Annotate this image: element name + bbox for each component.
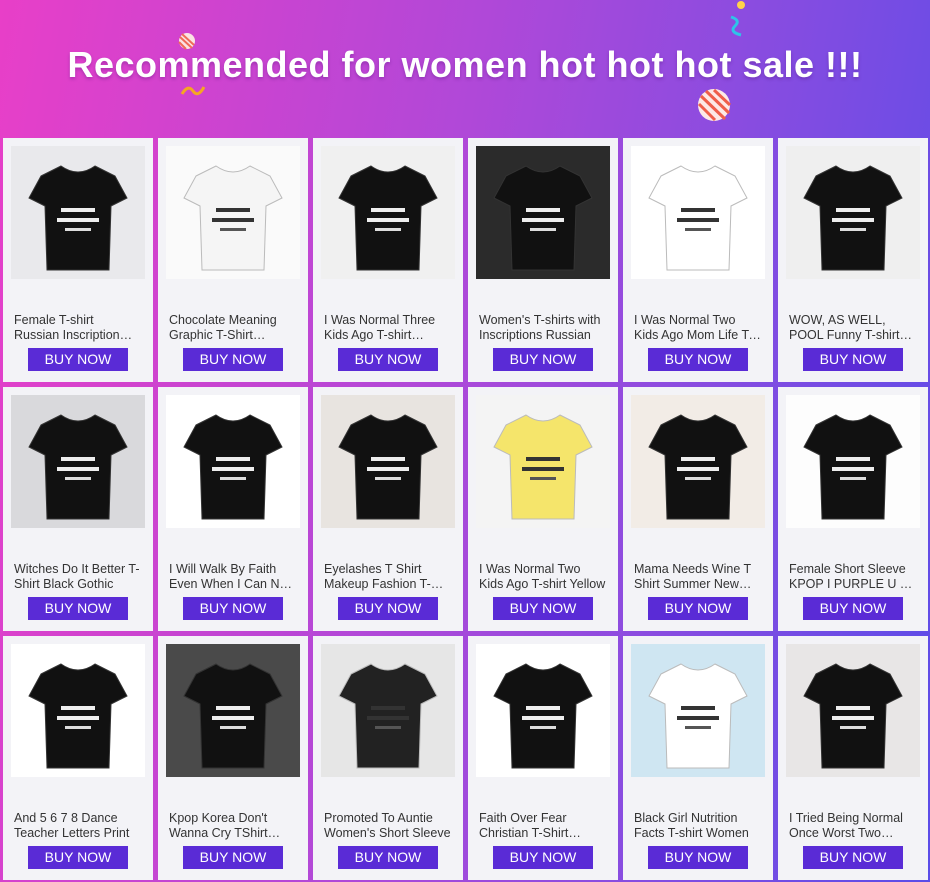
product-card[interactable]: Women's T-shirts with Inscriptions Russi… [468, 138, 618, 382]
product-title[interactable]: Female Short Sleeve KPOP I PURPLE U T-sh… [789, 562, 917, 592]
buy-now-button[interactable]: BUY NOW [183, 846, 283, 869]
product-card[interactable]: I Was Normal Two Kids Ago Mom Life T-shi… [623, 138, 773, 382]
tshirt-icon [631, 395, 765, 528]
confetti-icon [730, 15, 742, 37]
tshirt-icon [786, 146, 920, 279]
buy-now-button[interactable]: BUY NOW [28, 348, 128, 371]
product-card[interactable]: Chocolate Meaning Graphic T-Shirt Women B… [158, 138, 308, 382]
buy-now-button[interactable]: BUY NOW [183, 348, 283, 371]
product-image[interactable] [631, 644, 765, 777]
product-image[interactable] [321, 146, 455, 279]
buy-now-button[interactable]: BUY NOW [648, 348, 748, 371]
tshirt-icon [11, 395, 145, 528]
product-card[interactable]: Kpop Korea Don't Wanna Cry TShirt Women B… [158, 636, 308, 880]
product-card[interactable]: Black Girl Nutrition Facts T-shirt Women… [623, 636, 773, 880]
tshirt-icon [476, 644, 610, 777]
buy-now-button[interactable]: BUY NOW [338, 597, 438, 620]
buy-now-button[interactable]: BUY NOW [28, 846, 128, 869]
tshirt-icon [476, 395, 610, 528]
product-card[interactable]: Witches Do It Better T-Shirt Black Gothi… [3, 387, 153, 631]
product-image[interactable] [476, 146, 610, 279]
product-card[interactable]: I Was Normal Two Kids Ago T-shirt Yellow… [468, 387, 618, 631]
product-title[interactable]: Black Girl Nutrition Facts T-shirt Women [634, 811, 762, 841]
buy-now-button[interactable]: BUY NOW [803, 348, 903, 371]
product-title[interactable]: Promoted To Auntie Women's Short Sleeve [324, 811, 452, 841]
product-image[interactable] [321, 395, 455, 528]
product-title[interactable]: Female T-shirt Russian Inscription Print [14, 313, 142, 343]
buy-now-button[interactable]: BUY NOW [493, 846, 593, 869]
product-grid: Female T-shirt Russian Inscription Print… [3, 138, 930, 880]
product-card[interactable]: I Tried Being Normal Once Worst Two Minu… [778, 636, 928, 880]
product-image[interactable] [11, 395, 145, 528]
product-image[interactable] [476, 644, 610, 777]
tshirt-icon [321, 395, 455, 528]
promo-banner: Recommended for women hot hot hot sale !… [0, 0, 930, 138]
product-image[interactable] [786, 395, 920, 528]
product-card[interactable]: And 5 6 7 8 Dance Teacher Letters Print B… [3, 636, 153, 880]
product-image[interactable] [166, 146, 300, 279]
product-card[interactable]: I Was Normal Three Kids Ago T-shirt Casu… [313, 138, 463, 382]
buy-now-button[interactable]: BUY NOW [493, 348, 593, 371]
tshirt-icon [166, 644, 300, 777]
product-card[interactable]: Faith Over Fear Christian T-Shirt Women B… [468, 636, 618, 880]
product-title[interactable]: I Was Normal Two Kids Ago T-shirt Yellow [479, 562, 607, 592]
product-image[interactable] [321, 644, 455, 777]
product-image[interactable] [786, 146, 920, 279]
tshirt-icon [11, 644, 145, 777]
buy-now-button[interactable]: BUY NOW [803, 597, 903, 620]
product-title[interactable]: Women's T-shirts with Inscriptions Russi… [479, 313, 607, 343]
product-card[interactable]: Eyelashes T Shirt Makeup Fashion T-shirt… [313, 387, 463, 631]
product-image[interactable] [166, 644, 300, 777]
product-card[interactable]: WOW, AS WELL, POOL Funny T-shirt Women BU… [778, 138, 928, 382]
tshirt-icon [476, 146, 610, 279]
product-title[interactable]: I Will Walk By Faith Even When I Can Not… [169, 562, 297, 592]
buy-now-button[interactable]: BUY NOW [648, 597, 748, 620]
banner-title: Recommended for women hot hot hot sale !… [67, 44, 863, 85]
product-image[interactable] [631, 395, 765, 528]
product-title[interactable]: Eyelashes T Shirt Makeup Fashion T-shirt [324, 562, 452, 592]
product-title[interactable]: Mama Needs Wine T Shirt Summer New Tee [634, 562, 762, 592]
tshirt-icon [786, 644, 920, 777]
buy-now-button[interactable]: BUY NOW [183, 597, 283, 620]
product-title[interactable]: Chocolate Meaning Graphic T-Shirt Women [169, 313, 297, 343]
product-title[interactable]: I Was Normal Two Kids Ago Mom Life T-shi… [634, 313, 762, 343]
candy-ball-icon [697, 88, 731, 122]
buy-now-button[interactable]: BUY NOW [648, 846, 748, 869]
product-title[interactable]: Faith Over Fear Christian T-Shirt Women [479, 811, 607, 841]
product-title[interactable]: Witches Do It Better T-Shirt Black Gothi… [14, 562, 142, 592]
product-title[interactable]: WOW, AS WELL, POOL Funny T-shirt Women [789, 313, 917, 343]
confetti-dot-icon [737, 1, 745, 9]
product-card[interactable]: Promoted To Auntie Women's Short Sleeve B… [313, 636, 463, 880]
product-title[interactable]: Kpop Korea Don't Wanna Cry TShirt Women [169, 811, 297, 841]
tshirt-icon [631, 644, 765, 777]
tshirt-icon [321, 146, 455, 279]
product-image[interactable] [11, 644, 145, 777]
product-card[interactable]: Female T-shirt Russian Inscription Print… [3, 138, 153, 382]
tshirt-icon [166, 146, 300, 279]
product-title[interactable]: I Tried Being Normal Once Worst Two Minu… [789, 811, 917, 841]
tshirt-icon [631, 146, 765, 279]
buy-now-button[interactable]: BUY NOW [338, 348, 438, 371]
product-card[interactable]: Female Short Sleeve KPOP I PURPLE U T-sh… [778, 387, 928, 631]
buy-now-button[interactable]: BUY NOW [28, 597, 128, 620]
product-card[interactable]: I Will Walk By Faith Even When I Can Not… [158, 387, 308, 631]
product-image[interactable] [166, 395, 300, 528]
tshirt-icon [786, 395, 920, 528]
buy-now-button[interactable]: BUY NOW [803, 846, 903, 869]
product-image[interactable] [476, 395, 610, 528]
product-title[interactable]: And 5 6 7 8 Dance Teacher Letters Print [14, 811, 142, 841]
product-card[interactable]: Mama Needs Wine T Shirt Summer New Tee BU… [623, 387, 773, 631]
product-image[interactable] [631, 146, 765, 279]
product-image[interactable] [786, 644, 920, 777]
buy-now-button[interactable]: BUY NOW [338, 846, 438, 869]
product-image[interactable] [11, 146, 145, 279]
product-title[interactable]: I Was Normal Three Kids Ago T-shirt Casu… [324, 313, 452, 343]
tshirt-icon [166, 395, 300, 528]
tshirt-icon [321, 644, 455, 777]
tshirt-icon [11, 146, 145, 279]
buy-now-button[interactable]: BUY NOW [493, 597, 593, 620]
